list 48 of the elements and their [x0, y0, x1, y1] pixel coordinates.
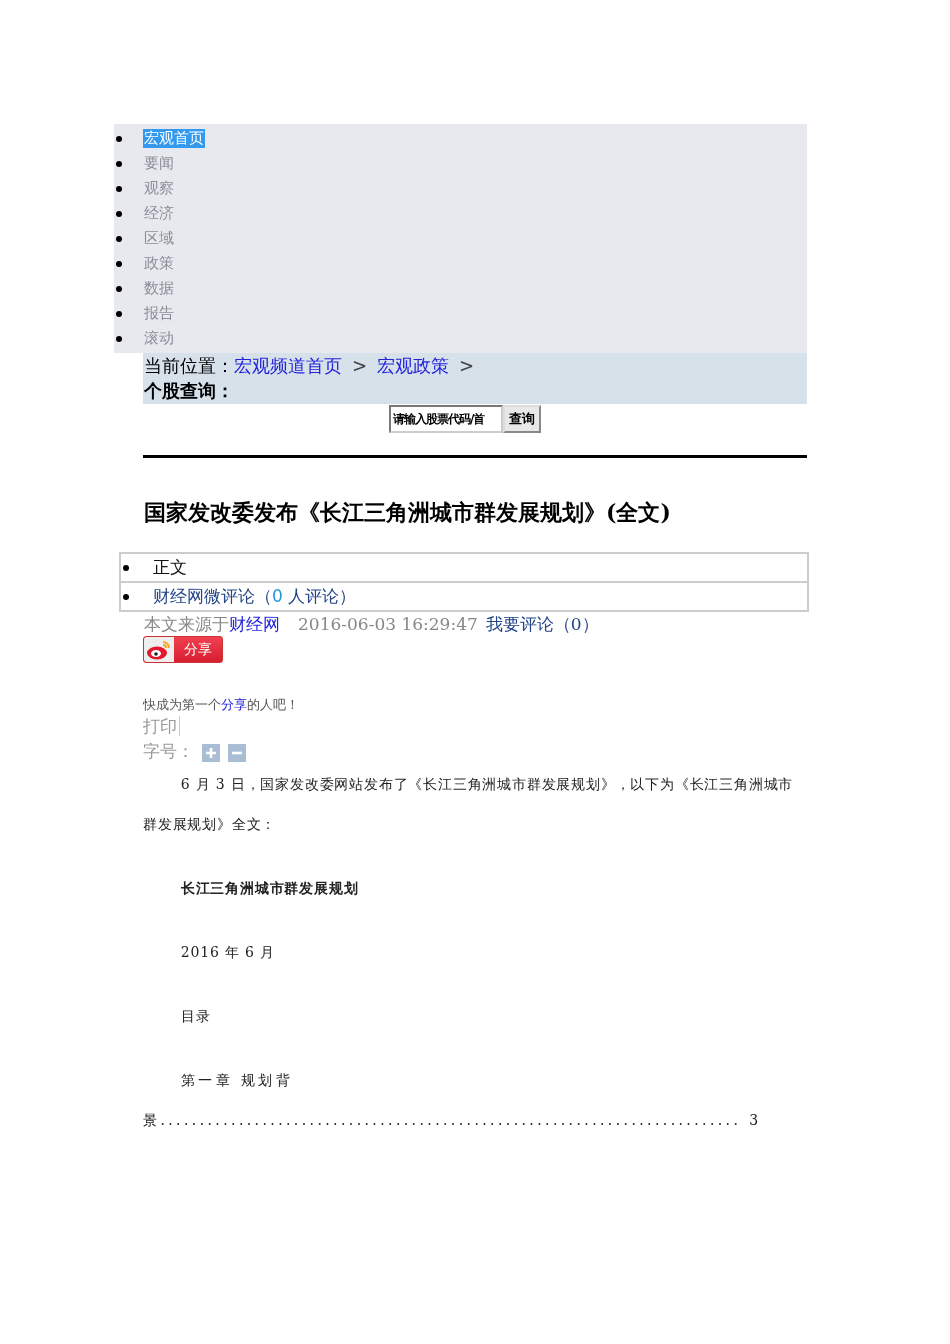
- breadcrumb-link[interactable]: 宏观政策: [377, 355, 450, 376]
- bullet-icon: [116, 310, 122, 317]
- font-increase-button[interactable]: [202, 743, 220, 762]
- bullet-icon: [116, 160, 122, 167]
- body-paragraph: 6 月 3 日，国家发改委网站发布了《长江三角洲城市群发展规划》，以下为《长江三角洲城市群发展规划》全文：: [143, 775, 795, 834]
- nav-link[interactable]: 报告: [143, 304, 175, 323]
- nav-link[interactable]: 要闻: [143, 154, 175, 173]
- share-prompt: 快成为第一个分享的人吧！: [143, 695, 300, 714]
- nav-link[interactable]: 数据: [143, 279, 175, 298]
- section-heading: 长江三角洲城市群发展规划: [179, 879, 360, 898]
- nav-link[interactable]: 经济: [143, 204, 175, 223]
- bullet-icon: [116, 285, 122, 292]
- bullet-icon: [116, 210, 122, 217]
- source-link[interactable]: 财经网: [229, 614, 280, 634]
- bullet-icon: [123, 593, 129, 600]
- share-link[interactable]: 分享: [221, 696, 247, 712]
- bullet-icon: [116, 135, 122, 142]
- font-size-label: 字号：: [143, 741, 194, 761]
- print-link[interactable]: 打印: [143, 716, 180, 736]
- nav-link[interactable]: 宏观首页: [143, 129, 205, 148]
- body-line: 目录: [179, 1007, 212, 1026]
- bullet-icon: [116, 185, 122, 192]
- tab-label: 正文: [153, 555, 187, 579]
- toc-entry: 第一章 规划背景.......................................................................... 3: [143, 1071, 763, 1130]
- publish-time: 2016-06-03 16:29:47: [298, 614, 478, 634]
- breadcrumb-link[interactable]: 宏观频道首页: [234, 355, 342, 376]
- body-line: 2016 年 6 月: [179, 943, 276, 962]
- font-decrease-button[interactable]: [228, 743, 246, 762]
- search-label: 个股查询：: [144, 380, 234, 401]
- bullet-icon: [116, 335, 122, 342]
- comment-link[interactable]: 我要评论（0）: [485, 614, 599, 634]
- breadcrumb-separator: >: [459, 355, 475, 376]
- breadcrumb-label: 当前位置：: [144, 355, 234, 376]
- plus-icon: [206, 747, 216, 758]
- nav-link[interactable]: 观察: [143, 179, 175, 198]
- weibo-icon: [146, 639, 172, 660]
- nav-link[interactable]: 政策: [143, 254, 175, 273]
- share-button[interactable]: 分享: [143, 636, 223, 663]
- article-title: 国家发改委发布《长江三角洲城市群发展规划》(全文): [144, 498, 672, 527]
- source-label: 本文来源于: [144, 614, 229, 634]
- breadcrumb-separator: >: [352, 355, 368, 376]
- search-button[interactable]: 查询: [503, 405, 541, 433]
- bullet-icon: [123, 564, 129, 571]
- bullet-icon: [116, 260, 122, 267]
- stock-search-field[interactable]: 请输入股票代码/首: [389, 405, 503, 433]
- bullet-icon: [116, 235, 122, 242]
- nav-link[interactable]: 区域: [143, 229, 175, 248]
- nav-link[interactable]: 滚动: [143, 329, 175, 348]
